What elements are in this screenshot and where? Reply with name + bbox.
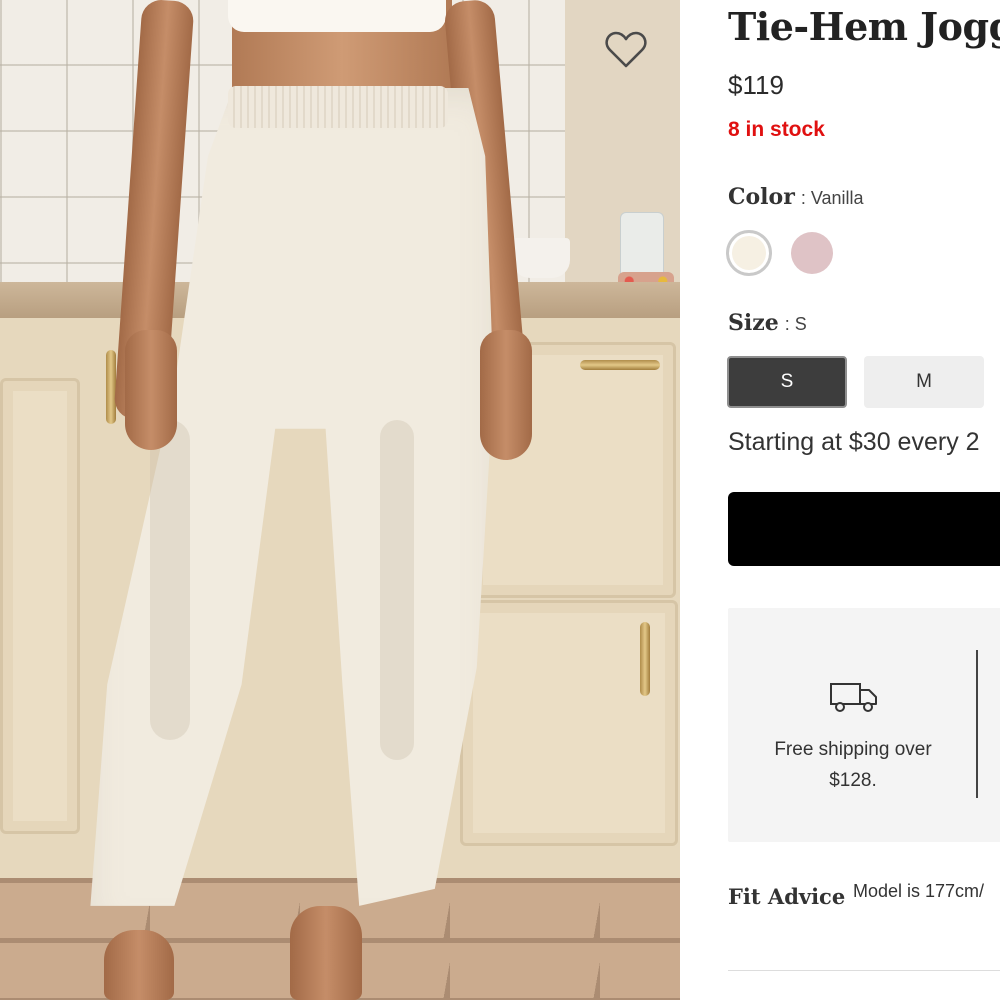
installment-text: Starting at $30 every 2	[728, 428, 980, 456]
size-button-s[interactable]: S	[727, 356, 847, 408]
size-label: Size	[728, 310, 779, 336]
size-button-m[interactable]: M	[864, 356, 984, 408]
truck-icon	[829, 680, 879, 714]
cabinet-door	[0, 378, 80, 834]
cabinet-handle	[640, 622, 650, 696]
pants-waistband	[228, 86, 448, 128]
shipping-text-line2: $128.	[829, 770, 877, 791]
size-option: Size: S	[728, 310, 807, 336]
shipping-text: Free shipping over $128.	[748, 734, 958, 796]
color-swatch-pink[interactable]	[791, 232, 833, 274]
divider	[728, 970, 1000, 971]
shipping-info-box: Free shipping over $128.	[728, 608, 1000, 842]
pants-fold	[380, 420, 414, 760]
model-foot-left	[104, 930, 174, 1000]
color-swatch-vanilla[interactable]	[726, 230, 772, 276]
product-price: $119	[728, 70, 784, 100]
add-to-cart-button[interactable]	[728, 492, 1000, 566]
stock-status: 8 in stock	[728, 118, 825, 141]
cabinet-handle	[580, 360, 660, 370]
fit-advice-label: Fit Advice	[728, 884, 846, 909]
color-option: Color: Vanilla	[728, 184, 864, 210]
size-value: : S	[784, 314, 807, 334]
product-title: Tie-Hem Jogge	[728, 4, 1000, 49]
shipping-text-line1: Free shipping over	[774, 739, 932, 760]
model-hand-left	[125, 330, 177, 450]
fit-advice-text: Model is 177cm/	[853, 881, 985, 901]
product-info-panel: Tie-Hem Jogge $119 8 in stock Color: Van…	[680, 0, 1000, 1000]
teacup	[512, 238, 570, 278]
color-label: Color	[728, 184, 795, 210]
crop-top	[228, 0, 446, 32]
model-foot-right	[290, 906, 362, 1000]
heart-icon[interactable]	[604, 30, 648, 70]
pants-fold	[150, 420, 190, 740]
product-image[interactable]	[0, 0, 680, 1000]
model-hand-right	[480, 330, 532, 460]
color-value: : Vanilla	[800, 188, 864, 208]
divider	[976, 650, 978, 798]
